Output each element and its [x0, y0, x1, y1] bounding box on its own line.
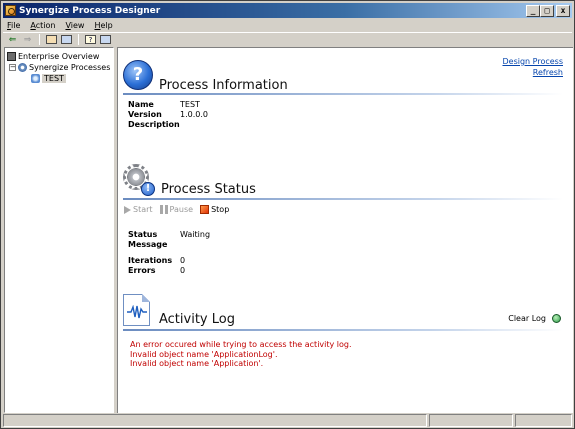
clear-log-button[interactable]: Clear Log [508, 314, 561, 323]
process-info-title: Process Information [159, 78, 288, 93]
status-pane-middle [429, 414, 513, 427]
message-label: Message [128, 240, 168, 249]
section-divider [123, 93, 563, 95]
title-bar[interactable]: Synergize Process Designer _ □ x [3, 3, 572, 18]
stop-icon [200, 205, 210, 214]
information-icon: ? [123, 60, 153, 90]
play-icon [124, 205, 131, 214]
process-status-header: ! Process Status [123, 164, 256, 197]
process-info-properties: Name TEST Version 1.0.0.0 Description [128, 100, 208, 130]
alert-badge-icon: ! [141, 182, 155, 196]
status-pane-right [515, 414, 572, 427]
errors-value: 0 [180, 266, 186, 275]
tree-item-enterprise-overview[interactable]: Enterprise Overview [7, 51, 111, 62]
process-status-icon: ! [123, 164, 155, 196]
details-pane: Design Process Refresh ? Process Informa… [117, 47, 573, 413]
window-controls: _ □ x [526, 4, 570, 17]
menu-file[interactable]: File [7, 21, 20, 30]
section-divider [123, 198, 563, 200]
help-icon[interactable]: ? [85, 35, 96, 44]
log-line: An error occured while trying to access … [130, 340, 352, 349]
process-icon [31, 74, 40, 83]
process-status-title: Process Status [161, 182, 256, 197]
close-button[interactable]: x [556, 4, 570, 17]
iterations-label: Iterations [128, 256, 173, 265]
toolbar: ⇐ ⇒ ? [3, 32, 572, 46]
show-hide-tree-icon[interactable] [61, 35, 72, 44]
status-pane-main [3, 414, 427, 427]
pause-icon [159, 205, 168, 214]
menu-action[interactable]: Action [30, 21, 55, 30]
navigation-tree[interactable]: Enterprise Overview − Synergize Processe… [4, 47, 114, 413]
clear-log-label: Clear Log [508, 314, 546, 323]
start-button[interactable]: Start [124, 205, 153, 214]
version-label: Version [128, 110, 162, 119]
tree-item-synergize-processes[interactable]: − Synergize Processes [7, 62, 111, 73]
clear-log-icon [552, 314, 561, 323]
tree-item-test[interactable]: TEST [7, 73, 111, 84]
name-value: TEST [180, 100, 200, 109]
errors-label: Errors [128, 266, 156, 275]
up-folder-icon[interactable] [46, 35, 57, 44]
status-label: Status [128, 230, 158, 239]
section-divider [123, 329, 563, 331]
stop-button[interactable]: Stop [200, 205, 229, 214]
processes-gear-icon [18, 63, 27, 72]
app-window: Synergize Process Designer _ □ x File Ac… [0, 0, 575, 429]
menu-help[interactable]: Help [94, 21, 112, 30]
status-value: Waiting [180, 230, 211, 239]
log-line: Invalid object name 'Application'. [130, 359, 264, 368]
iterations-value: 0 [180, 256, 186, 265]
overview-icon [7, 52, 16, 61]
tree-item-label: Enterprise Overview [18, 52, 100, 61]
toolbar-separator [39, 34, 40, 45]
maximize-button[interactable]: □ [540, 4, 554, 17]
process-info-header: ? Process Information [123, 60, 288, 93]
activity-log-header: Activity Log [123, 294, 235, 327]
menu-view[interactable]: View [65, 21, 84, 30]
collapse-icon[interactable]: − [9, 64, 16, 71]
menu-bar: File Action View Help [3, 19, 572, 32]
refresh-link[interactable]: Refresh [533, 68, 563, 77]
process-controls: Start Pause Stop [124, 205, 234, 214]
waveform-icon [127, 305, 147, 319]
description-label: Description [128, 120, 180, 129]
process-status-properties: Status Waiting Message Iterations 0 Errors… [128, 230, 210, 276]
back-arrow-icon[interactable]: ⇐ [7, 35, 18, 45]
tree-item-label: TEST [42, 74, 66, 83]
toolbar-separator [78, 34, 79, 45]
app-icon [5, 5, 16, 16]
design-process-link[interactable]: Design Process [502, 57, 563, 66]
tree-item-label: Synergize Processes [29, 63, 111, 72]
version-value: 1.0.0.0 [180, 110, 208, 119]
name-label: Name [128, 100, 154, 109]
activity-log-title: Activity Log [159, 312, 235, 327]
status-bar [3, 414, 572, 427]
activity-log-icon [123, 294, 150, 326]
pause-button[interactable]: Pause [159, 205, 193, 214]
action-links: Design Process Refresh [502, 56, 563, 78]
minimize-button[interactable]: _ [526, 4, 540, 17]
log-line: Invalid object name 'ApplicationLog'. [130, 349, 278, 359]
activity-log-messages: An error occured while trying to access … [130, 340, 352, 369]
forward-arrow-icon[interactable]: ⇒ [22, 35, 33, 45]
window-title: Synergize Process Designer [19, 5, 161, 16]
console-icon[interactable] [100, 35, 111, 44]
